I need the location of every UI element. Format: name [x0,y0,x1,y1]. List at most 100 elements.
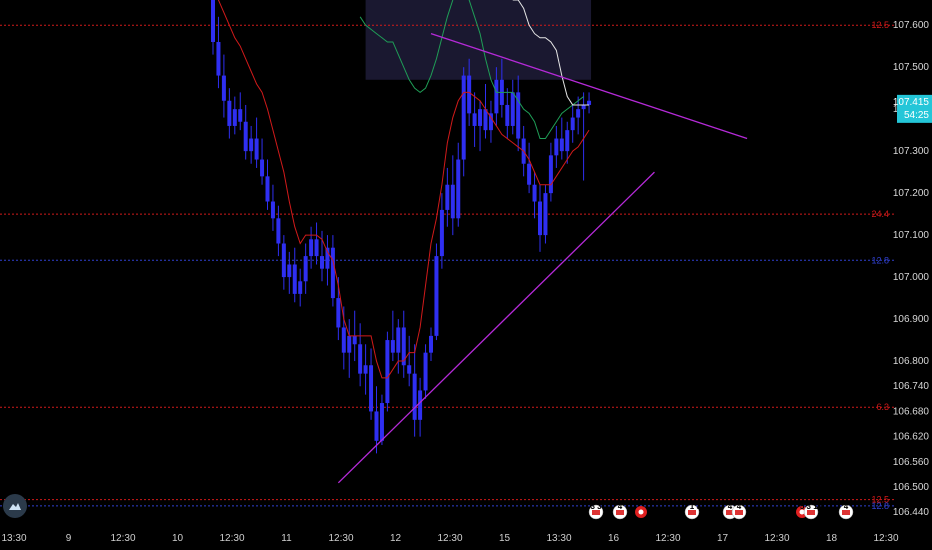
candle-body [439,209,444,257]
price-chart[interactable]: 12.524.412.86.312.512.8107.600107.500107… [0,0,932,550]
candle-body [478,109,483,126]
candle-body [418,390,423,420]
level-label: 24.4 [871,209,889,219]
price-tick-label: 106.440 [893,507,930,518]
price-tick-label: 106.560 [893,457,930,468]
event-badge-label: 4 [618,502,623,511]
chart-root[interactable]: 12.5 24.4 12.8 6.3 12.5 12.8 107.600 107.500 107… [0,0,932,550]
candle-body [254,138,259,160]
candle-body [303,256,308,282]
candle-body [369,365,374,412]
event-badge-label: 5 3 10 [800,502,823,511]
candle-body [548,155,553,194]
candle-body [347,335,352,353]
level-label: 12.8 [871,255,889,265]
candle-body [532,184,537,202]
candle-body [358,344,363,374]
time-tick-label: 12:30 [764,533,789,544]
candle-body [554,138,559,156]
time-tick-label: 18 [826,533,838,544]
candle-body [483,109,488,131]
price-tick-label: 107.500 [893,62,930,73]
chart-background [0,0,932,550]
candle-body [211,0,215,42]
candle-body [538,201,542,236]
time-tick-label: 11 [281,533,292,544]
candle-body [407,365,412,374]
price-tag-value: 107.415 [893,97,930,108]
price-tick-label: 106.620 [893,432,930,443]
candle-body [374,411,379,441]
candle-body [379,403,384,441]
candle-body [352,335,357,345]
candle-body [434,256,439,336]
candle-body [298,281,303,294]
candle-body [314,239,319,257]
candle-body [341,327,346,353]
candle-body [472,113,477,126]
event-badge-label: 4 [844,502,849,511]
price-tick-label: 106.740 [893,381,930,392]
cloud-shade [365,0,592,80]
level-label: 12.8 [871,501,889,511]
time-tick-label: 12:30 [219,533,244,544]
time-tick-label: 13:30 [546,533,571,544]
cloud-icon [9,503,21,510]
candle-body [227,100,232,126]
price-tick-label: 107.600 [893,20,930,31]
candle-body [249,138,254,152]
candle-body [494,79,499,114]
candle-body [216,41,221,76]
candle-body [238,109,243,122]
time-tick-label: 13:30 [1,533,26,544]
time-tick-label: 12:30 [437,533,462,544]
candle-body [385,340,390,404]
candle-body [456,159,461,219]
time-tick-label: 12:30 [328,533,353,544]
level-label: 6.3 [876,402,889,412]
price-tick-label: 106.500 [893,482,930,493]
candle-body [396,327,401,353]
time-tick-label: 9 [66,533,72,544]
tradingview-cloud-icon[interactable] [3,494,27,518]
price-tick-label: 107.200 [893,188,930,199]
candle-body [287,264,292,278]
candle-body [363,365,368,374]
level-label: 12.5 [871,20,889,30]
event-badge-label: 3 3 [590,502,602,511]
price-tick-label: 106.900 [893,314,930,325]
price-tick-label: 106.680 [893,406,930,417]
candle-body [320,256,324,269]
candle-body [565,130,570,152]
candle-body [559,138,564,152]
candle-body [232,109,237,126]
candle-body [276,218,281,244]
candle-body [221,75,226,101]
candle-body [543,193,548,236]
candle-body [423,352,428,391]
candle-body [527,163,532,185]
time-tick-label: 12:30 [110,533,135,544]
candle-body [336,298,341,328]
price-tick-label: 106.800 [893,356,930,367]
price-tick-label: 107.000 [893,272,930,283]
price-tick-label: 107.100 [893,230,930,241]
time-tick-label: 12:30 [655,533,680,544]
price-tag-countdown: 54:25 [904,110,929,121]
time-tick-label: 16 [608,533,620,544]
candle-body [309,239,314,257]
candle-body [505,104,510,126]
candle-body [330,247,335,299]
candle-body [461,75,466,160]
time-tick-label: 15 [499,533,511,544]
candle-body [429,335,433,353]
time-tick-label: 17 [717,533,729,544]
candle-body [570,117,575,131]
candle-body [576,109,581,118]
candle-body [450,184,455,219]
candle-body [270,201,275,219]
candle-body [467,75,472,114]
time-tick-label: 10 [172,533,184,544]
candle-body [587,100,592,105]
event-circle-dot [638,509,644,515]
